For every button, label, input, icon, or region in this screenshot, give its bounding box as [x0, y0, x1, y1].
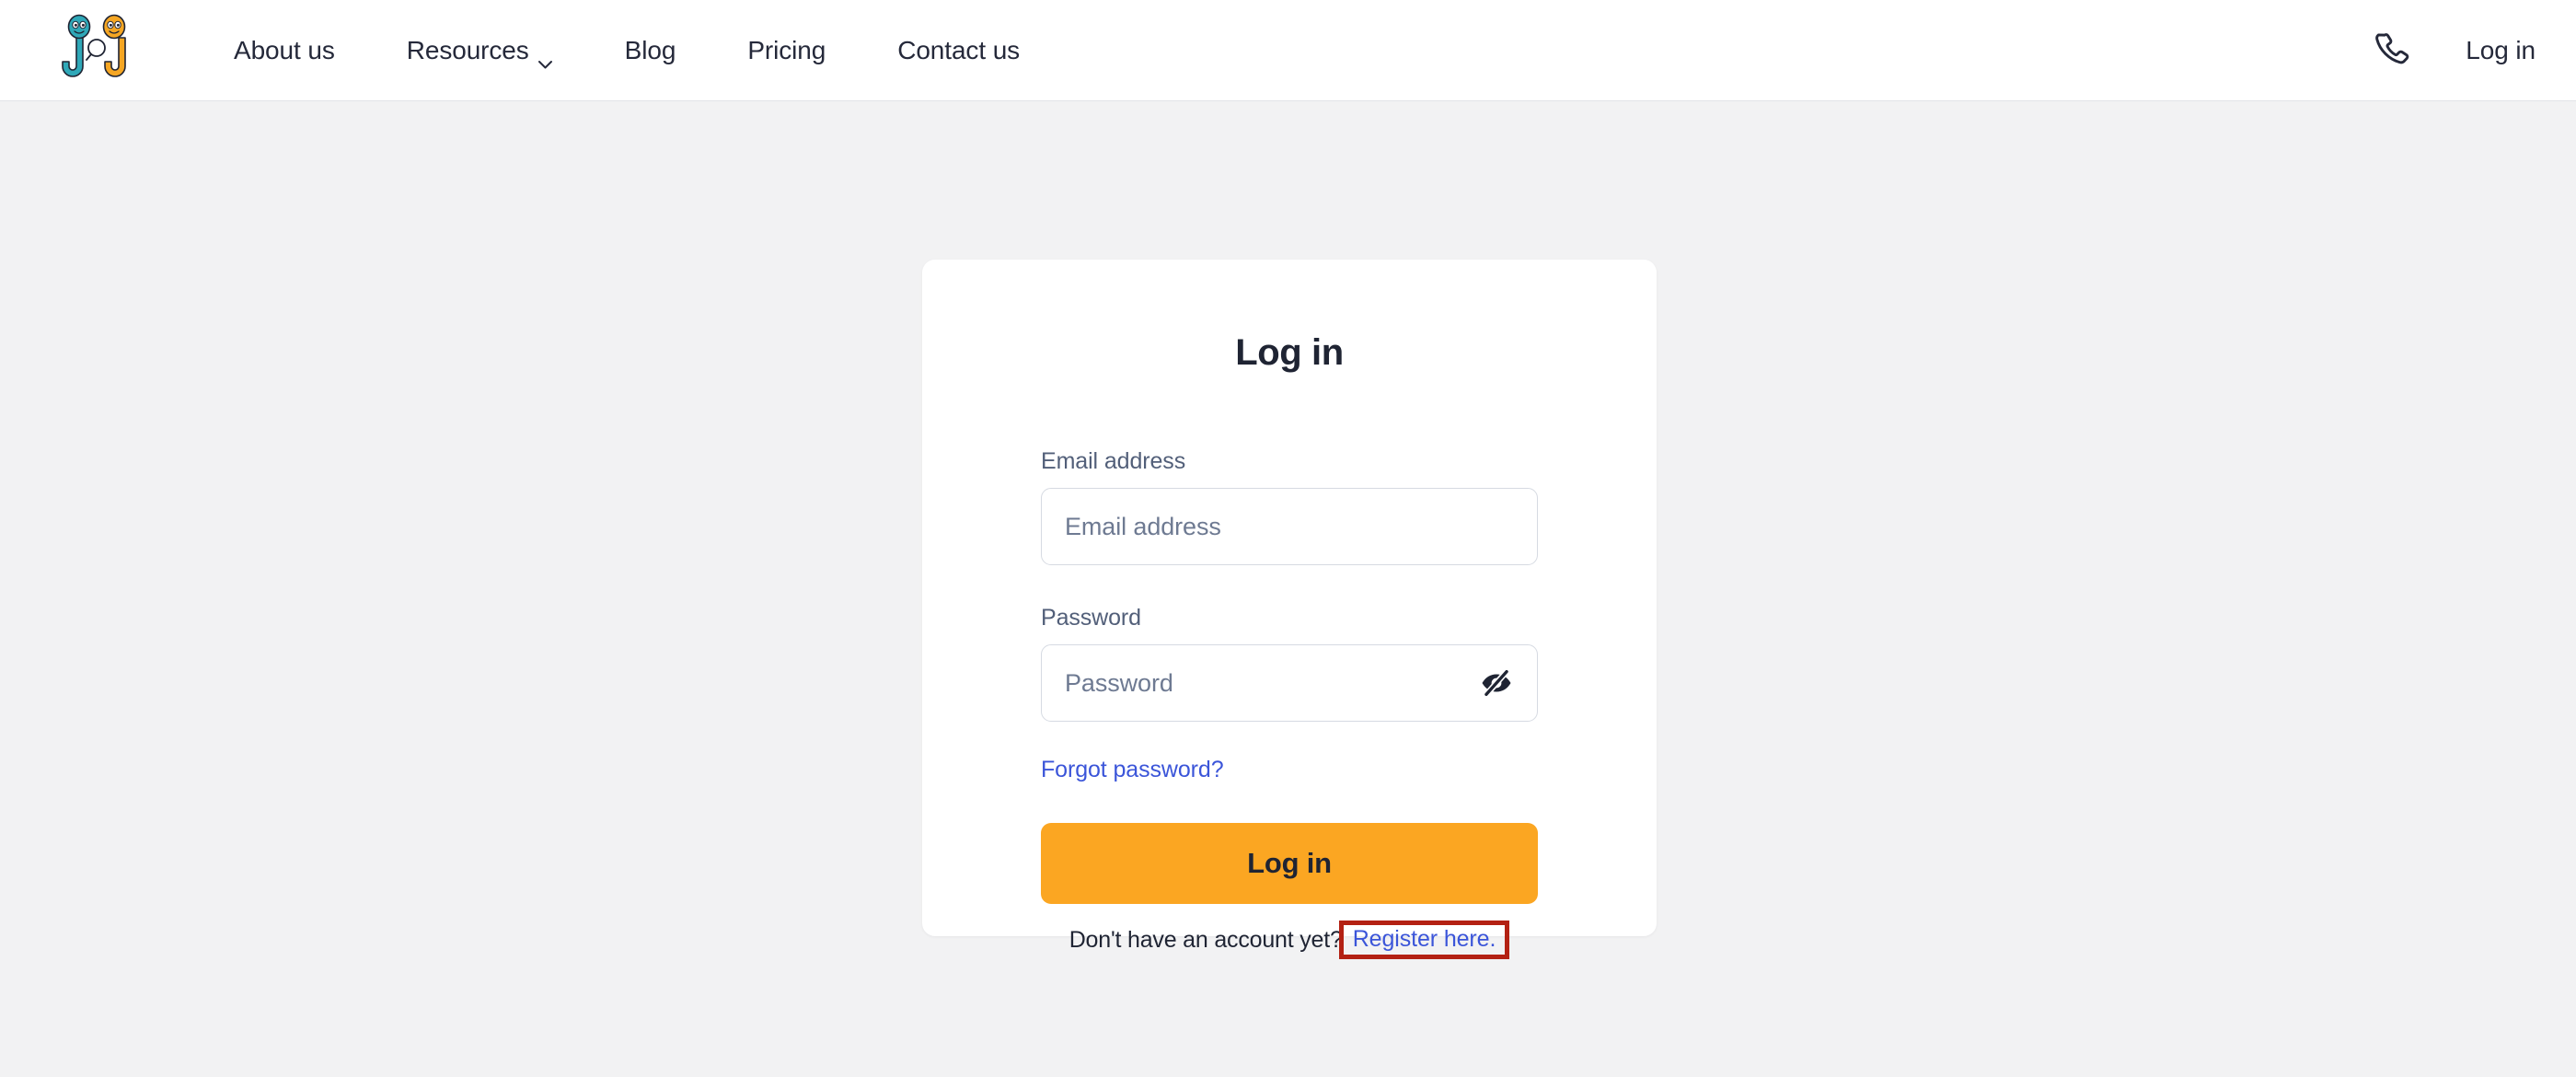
forgot-password-link[interactable]: Forgot password?: [1041, 757, 1224, 783]
site-header: About us Resources Blog Pricing Contact …: [0, 0, 2576, 101]
header-right-group: Log in: [2374, 30, 2536, 71]
register-row: Don't have an account yet? Register here…: [1041, 921, 1538, 959]
password-field-group: Password: [1041, 605, 1538, 722]
nav-item-label: About us: [234, 35, 335, 64]
nav-item-label: Resources: [406, 35, 529, 64]
email-input-shell[interactable]: [1041, 488, 1538, 565]
register-here-link[interactable]: Register here.: [1353, 928, 1496, 951]
chevron-down-icon: [537, 47, 553, 69]
phone-icon[interactable]: [2374, 30, 2414, 71]
register-link-highlight-box: Register here.: [1338, 921, 1510, 959]
eye-off-icon[interactable]: [1479, 666, 1514, 701]
page-body: Log in Email address Password: [0, 101, 2576, 1076]
nav-item-about-us[interactable]: About us: [234, 27, 335, 75]
email-field-label: Email address: [1041, 448, 1186, 474]
page-title: Log in: [1235, 332, 1344, 373]
nav-item-label: Blog: [624, 35, 676, 64]
register-prompt: Don't have an account yet?: [1069, 926, 1343, 953]
nav-item-blog[interactable]: Blog: [625, 27, 676, 75]
main-nav: About us Resources Blog Pricing Contact …: [234, 27, 1020, 75]
nav-item-resources[interactable]: Resources: [407, 27, 553, 75]
brand-logo[interactable]: [57, 14, 136, 87]
email-input[interactable]: [1065, 489, 1514, 564]
login-submit-button[interactable]: Log in: [1041, 823, 1538, 904]
header-login-link[interactable]: Log in: [2466, 36, 2536, 65]
password-input[interactable]: [1065, 645, 1470, 721]
email-field-group: Email address: [1041, 448, 1538, 565]
nav-item-label: Contact us: [897, 35, 1021, 64]
nav-item-pricing[interactable]: Pricing: [747, 27, 826, 75]
login-card: Log in Email address Password: [922, 260, 1657, 959]
password-input-shell[interactable]: [1041, 644, 1538, 722]
password-field-label: Password: [1041, 605, 1141, 631]
nav-item-label: Pricing: [747, 35, 826, 64]
nav-item-contact-us[interactable]: Contact us: [897, 27, 1020, 75]
